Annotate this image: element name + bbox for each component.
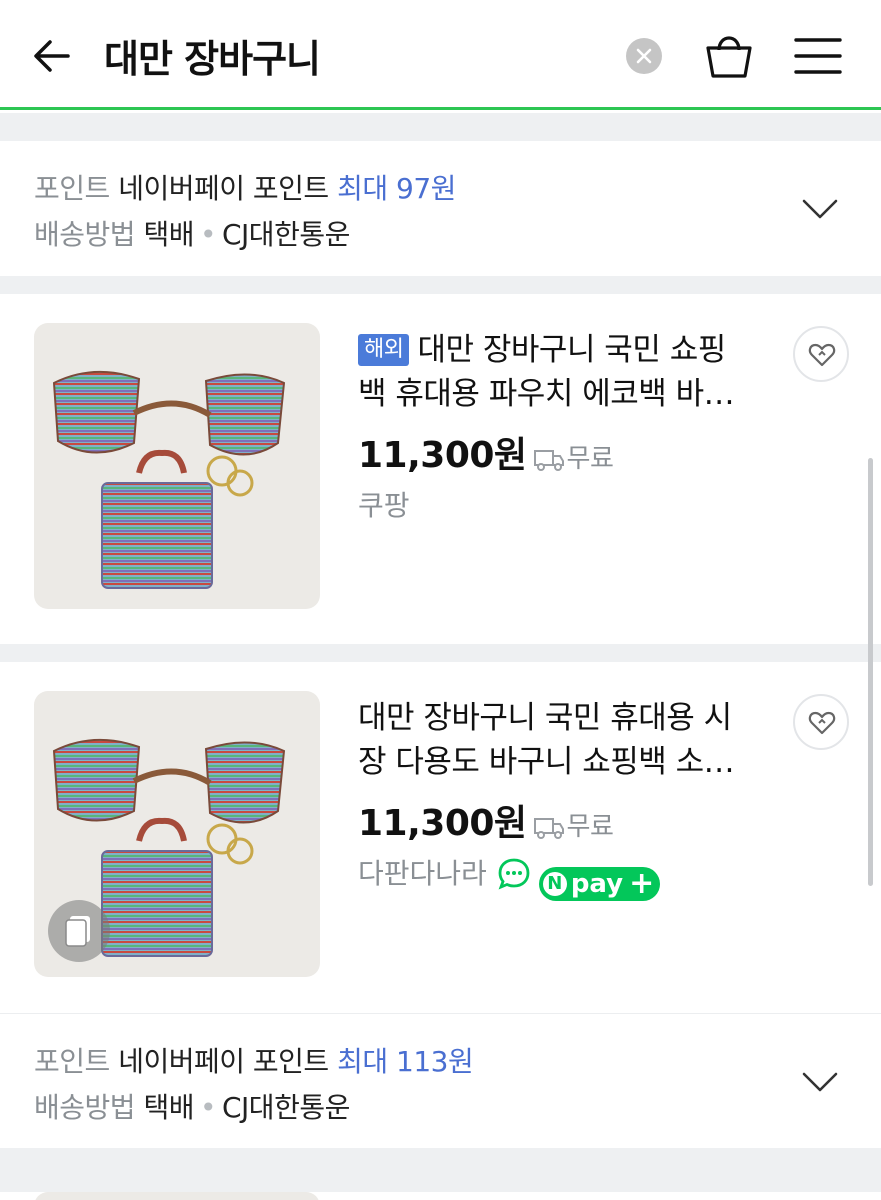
price-row: 11,300원 무료	[358, 794, 614, 846]
search-query-text[interactable]: 대만 장바구니	[104, 28, 321, 83]
truck-icon	[533, 818, 564, 839]
hamburger-menu-icon	[794, 38, 842, 74]
courier-name: CJ대한통운	[222, 1091, 350, 1124]
product-title-line2: 장 다용도 바구니 쇼핑백 소…	[358, 744, 735, 780]
delivery-label: 배송방법	[34, 1091, 136, 1124]
wishlist-button[interactable]	[793, 326, 849, 382]
npay-plus-badge: Npay +	[538, 866, 661, 901]
truck-icon	[533, 450, 564, 471]
clear-search-button[interactable]	[626, 38, 662, 74]
mall-row: 다판다나라 Npay +	[358, 852, 661, 901]
chevron-down-icon[interactable]	[800, 197, 840, 221]
product-title[interactable]: 대만 장바구니 국민 휴대용 시 장 다용도 바구니 쇼핑백 소…	[358, 696, 758, 784]
section-divider	[0, 644, 881, 662]
section-divider	[0, 113, 881, 141]
section-divider	[0, 276, 881, 294]
delivery-label: 배송방법	[34, 218, 136, 251]
arrow-left-icon	[34, 40, 70, 72]
copy-icon	[65, 916, 90, 947]
separator-dot: •	[199, 218, 217, 251]
product-price: 11,300원	[358, 803, 527, 844]
overseas-badge: 해외	[358, 334, 410, 366]
shipping-fee: 무료	[566, 444, 614, 474]
product-card[interactable]: 대만 장바구니 국민 휴대용 시 장 다용도 바구니 쇼핑백 소… 11,300…	[0, 662, 881, 1012]
shipping-info: 무료	[533, 812, 614, 842]
delivery-info: 배송방법 택배 • CJ대한통운	[34, 213, 350, 253]
mall-name[interactable]: 다판다나라	[358, 857, 487, 890]
benefit-info-row[interactable]: 포인트 네이버페이 포인트 최대 113원 배송방법 택배 • CJ대한통운	[0, 1013, 881, 1148]
product-title-line2: 백 휴대용 파우치 에코백 바…	[358, 376, 735, 412]
separator-dot: •	[199, 1091, 217, 1124]
product-thumbnail[interactable]	[34, 323, 320, 609]
heart-icon	[808, 711, 836, 735]
courier-name: CJ대한통운	[222, 218, 350, 251]
multiple-images-indicator	[48, 900, 110, 962]
point-label: 포인트	[34, 172, 110, 205]
striped-pouch-image	[52, 370, 286, 589]
delivery-method: 택배	[143, 1091, 194, 1124]
npay-label: pay	[570, 869, 624, 899]
cart-button[interactable]	[702, 30, 756, 82]
product-title[interactable]: 해외 대만 장바구니 국민 쇼핑 백 휴대용 파우치 에코백 바…	[358, 328, 758, 416]
point-name: 네이버페이 포인트	[118, 1045, 329, 1078]
search-header: 대만 장바구니	[0, 0, 881, 110]
menu-button[interactable]	[794, 36, 842, 76]
benefit-info-row[interactable]: 포인트 네이버페이 포인트 최대 97원 배송방법 택배 • CJ대한통운	[0, 141, 881, 276]
back-button[interactable]	[28, 30, 80, 82]
product-price: 11,300원	[358, 435, 527, 476]
next-product-thumbnail[interactable]	[34, 1192, 320, 1200]
product-title-line1: 대만 장바구니 국민 휴대용 시	[358, 700, 732, 736]
shopping-basket-icon	[706, 36, 752, 78]
section-divider	[0, 1148, 881, 1192]
shipping-info: 무료	[533, 444, 614, 474]
point-value: 최대 113원	[337, 1045, 474, 1078]
talk-chat-icon[interactable]	[497, 857, 531, 891]
npay-n-mark: N	[542, 872, 567, 896]
close-icon	[636, 48, 652, 64]
product-title-line1: 대만 장바구니 국민 쇼핑	[417, 332, 726, 368]
point-value: 최대 97원	[337, 172, 456, 205]
shipping-fee: 무료	[566, 812, 614, 842]
wishlist-button[interactable]	[793, 694, 849, 750]
chevron-down-icon[interactable]	[800, 1070, 840, 1094]
heart-icon	[808, 343, 836, 367]
point-info: 포인트 네이버페이 포인트 최대 113원	[34, 1040, 474, 1080]
mall-name[interactable]: 쿠팡	[358, 484, 410, 524]
vertical-scrollbar[interactable]	[868, 458, 873, 886]
point-name: 네이버페이 포인트	[118, 172, 329, 205]
delivery-method: 택배	[143, 218, 194, 251]
point-label: 포인트	[34, 1045, 110, 1078]
delivery-info: 배송방법 택배 • CJ대한통운	[34, 1086, 350, 1126]
price-row: 11,300원 무료	[358, 426, 614, 478]
point-info: 포인트 네이버페이 포인트 최대 97원	[34, 167, 456, 207]
plus-icon: +	[629, 866, 655, 901]
product-card[interactable]: 해외 대만 장바구니 국민 쇼핑 백 휴대용 파우치 에코백 바… 11,300원…	[0, 294, 881, 644]
